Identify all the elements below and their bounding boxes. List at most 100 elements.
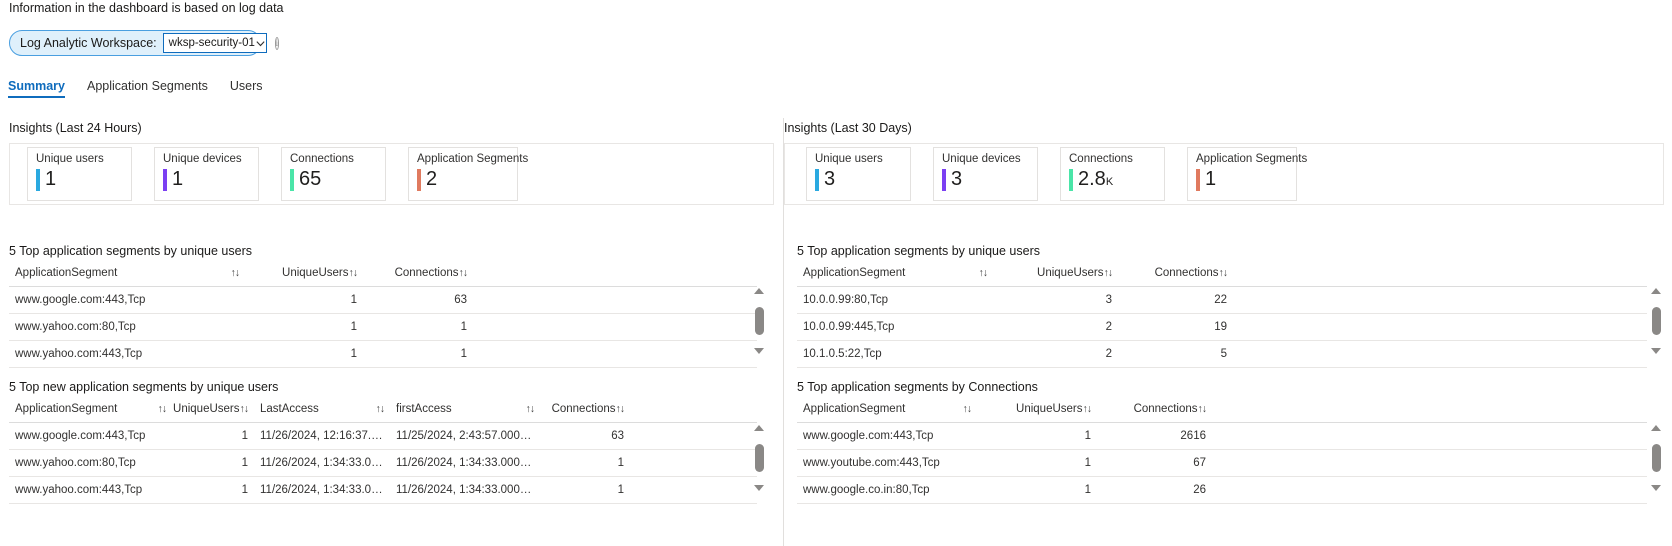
tab-summary[interactable]: Summary bbox=[8, 79, 65, 98]
column-header-spacer bbox=[1212, 401, 1647, 423]
column-header-uniqueusers[interactable]: UniqueUsers ↑↓ bbox=[245, 265, 363, 287]
scroll-up-arrow-icon[interactable] bbox=[1651, 425, 1661, 431]
table-row[interactable]: 10.1.0.5:22,Tcp 2 5 bbox=[797, 340, 1647, 368]
kpi-label: Application Segments bbox=[1196, 153, 1308, 165]
kpi-color-bar bbox=[36, 169, 40, 191]
scroll-down-arrow-icon[interactable] bbox=[754, 348, 764, 354]
column-header-connections[interactable]: Connections ↑↓ bbox=[1118, 265, 1233, 287]
table-row[interactable]: www.yahoo.com:80,Tcp 1 1 bbox=[9, 313, 757, 341]
info-icon[interactable]: i bbox=[274, 36, 280, 50]
kpi-color-bar bbox=[417, 169, 421, 191]
workspace-dropdown[interactable]: wksp-security-01 bbox=[162, 33, 267, 53]
sort-icon[interactable]: ↑↓ bbox=[979, 267, 988, 279]
column-header-applicationsegment[interactable]: ApplicationSegment ↑↓ bbox=[9, 265, 245, 287]
table-row[interactable]: www.google.com:443,Tcp 1 63 bbox=[9, 286, 757, 314]
sort-icon[interactable]: ↑↓ bbox=[349, 267, 358, 279]
kpi-label: Unique devices bbox=[942, 153, 1021, 165]
table-caption: 5 Top application segments by unique use… bbox=[797, 244, 1040, 258]
column-header-connections[interactable]: Connections ↑↓ bbox=[363, 265, 473, 287]
kpi-card-connections: Connections 2.8K bbox=[1060, 147, 1165, 201]
sort-icon[interactable]: ↑↓ bbox=[376, 403, 385, 415]
cell-spacer bbox=[473, 286, 757, 314]
table-header-row: ApplicationSegment ↑↓ UniqueUsers ↑↓ bbox=[9, 265, 757, 287]
column-header-firstaccess[interactable]: firstAccess ↑↓ bbox=[390, 401, 540, 423]
cell-uniqueusers: 2 bbox=[993, 313, 1118, 341]
column-header-applicationsegment[interactable]: ApplicationSegment ↑↓ bbox=[797, 401, 977, 423]
scrollbar-thumb[interactable] bbox=[1651, 444, 1661, 472]
sort-icon[interactable]: ↑↓ bbox=[1198, 403, 1207, 415]
table-header-row: ApplicationSegment ↑↓ UniqueUsers ↑↓ bbox=[797, 265, 1647, 287]
table-row[interactable]: www.yahoo.com:443,Tcp 1 11/26/2024, 1:34… bbox=[9, 476, 757, 504]
cell-uniqueusers: 1 bbox=[977, 476, 1097, 504]
scrollbar-thumb[interactable] bbox=[754, 307, 764, 335]
kpi-label: Unique users bbox=[815, 153, 883, 165]
sort-icon[interactable]: ↑↓ bbox=[616, 403, 625, 415]
table-row[interactable]: www.youtube.com:443,Tcp 1 67 bbox=[797, 449, 1647, 477]
table-row[interactable]: www.yahoo.com:80,Tcp 1 11/26/2024, 1:34:… bbox=[9, 449, 757, 477]
kpi-label: Unique users bbox=[36, 153, 104, 165]
sort-icon[interactable]: ↑↓ bbox=[1104, 267, 1113, 279]
table-row[interactable]: www.google.com:443,Tcp 1 11/26/2024, 12:… bbox=[9, 422, 757, 450]
sort-icon[interactable]: ↑↓ bbox=[240, 403, 249, 415]
left-table1-scrollbar[interactable] bbox=[753, 288, 765, 354]
scroll-up-arrow-icon[interactable] bbox=[754, 288, 764, 294]
tab-users[interactable]: Users bbox=[230, 79, 263, 98]
cell-applicationsegment: www.yahoo.com:443,Tcp bbox=[9, 476, 172, 504]
scroll-up-arrow-icon[interactable] bbox=[754, 425, 764, 431]
cell-lastaccess: 11/26/2024, 12:16:37.000 PM bbox=[254, 422, 390, 450]
sort-icon[interactable]: ↑↓ bbox=[231, 267, 240, 279]
table-row[interactable]: www.yahoo.com:443,Tcp 1 1 bbox=[9, 340, 757, 368]
column-header-connections[interactable]: Connections ↑↓ bbox=[540, 401, 630, 423]
tab-application-segments[interactable]: Application Segments bbox=[87, 79, 208, 98]
column-header-lastaccess[interactable]: LastAccess ↑↓ bbox=[254, 401, 390, 423]
sort-icon[interactable]: ↑↓ bbox=[158, 403, 167, 415]
sort-icon[interactable]: ↑↓ bbox=[459, 267, 468, 279]
dashboard-info-note: Information in the dashboard is based on… bbox=[9, 1, 284, 15]
scroll-down-arrow-icon[interactable] bbox=[754, 485, 764, 491]
data-table: ApplicationSegment ↑↓ UniqueUsers ↑↓ bbox=[9, 265, 757, 368]
left-table2-scrollbar[interactable] bbox=[753, 425, 765, 491]
cell-connections: 67 bbox=[1097, 449, 1212, 477]
kpi-value: 2.8K bbox=[1078, 168, 1113, 193]
right-table2-scrollbar[interactable] bbox=[1650, 425, 1662, 491]
right-table1-scrollbar[interactable] bbox=[1650, 288, 1662, 354]
sort-icon[interactable]: ↑↓ bbox=[526, 403, 535, 415]
scroll-up-arrow-icon[interactable] bbox=[1651, 288, 1661, 294]
cell-uniqueusers: 1 bbox=[245, 340, 363, 368]
column-header-applicationsegment[interactable]: ApplicationSegment ↑↓ bbox=[9, 401, 172, 423]
right-panel-title: Insights (Last 30 Days) bbox=[784, 121, 912, 135]
column-header-uniqueusers[interactable]: UniqueUsers ↑↓ bbox=[993, 265, 1118, 287]
cell-connections: 19 bbox=[1118, 313, 1233, 341]
column-header-uniqueusers[interactable]: UniqueUsers ↑↓ bbox=[977, 401, 1097, 423]
column-header-uniqueusers[interactable]: UniqueUsers ↑↓ bbox=[172, 401, 254, 423]
table-caption: 5 Top application segments by Connection… bbox=[797, 380, 1038, 394]
table-row[interactable]: 10.0.0.99:80,Tcp 3 22 bbox=[797, 286, 1647, 314]
cell-connections: 2616 bbox=[1097, 422, 1212, 450]
column-label: ApplicationSegment bbox=[15, 267, 118, 279]
sort-icon[interactable]: ↑↓ bbox=[1083, 403, 1092, 415]
kpi-card-unique-devices: Unique devices 3 bbox=[933, 147, 1038, 201]
column-label: LastAccess bbox=[260, 403, 319, 415]
table-row[interactable]: www.google.co.in:80,Tcp 1 26 bbox=[797, 476, 1647, 504]
scroll-down-arrow-icon[interactable] bbox=[1651, 485, 1661, 491]
cell-applicationsegment: 10.1.0.5:22,Tcp bbox=[797, 340, 993, 368]
insights-panel-last-30-days: Insights (Last 30 Days) Unique users 3 U… bbox=[783, 118, 1672, 546]
scrollbar-thumb[interactable] bbox=[754, 444, 764, 472]
left-table-top-new-segments-by-unique-users: 5 Top new application segments by unique… bbox=[9, 380, 757, 504]
sort-icon[interactable]: ↑↓ bbox=[1219, 267, 1228, 279]
table-row[interactable]: www.google.com:443,Tcp 1 2616 bbox=[797, 422, 1647, 450]
table-header-row: ApplicationSegment ↑↓ UniqueUsers ↑↓ bbox=[9, 401, 757, 423]
table-row[interactable]: 10.0.0.99:445,Tcp 2 19 bbox=[797, 313, 1647, 341]
log-analytic-workspace-selector[interactable]: Log Analytic Workspace: wksp-security-01… bbox=[9, 30, 280, 56]
cell-uniqueusers: 1 bbox=[172, 449, 254, 477]
cell-connections: 63 bbox=[363, 286, 473, 314]
kpi-label: Application Segments bbox=[417, 153, 529, 165]
column-header-connections[interactable]: Connections ↑↓ bbox=[1097, 401, 1212, 423]
left-kpi-strip: Unique users 1 Unique devices 1 Connecti… bbox=[9, 143, 774, 205]
scrollbar-thumb[interactable] bbox=[1651, 307, 1661, 335]
sort-icon[interactable]: ↑↓ bbox=[963, 403, 972, 415]
kpi-value: 2 bbox=[426, 168, 438, 190]
column-header-applicationsegment[interactable]: ApplicationSegment ↑↓ bbox=[797, 265, 993, 287]
scroll-down-arrow-icon[interactable] bbox=[1651, 348, 1661, 354]
kpi-value: 3 bbox=[824, 168, 836, 190]
